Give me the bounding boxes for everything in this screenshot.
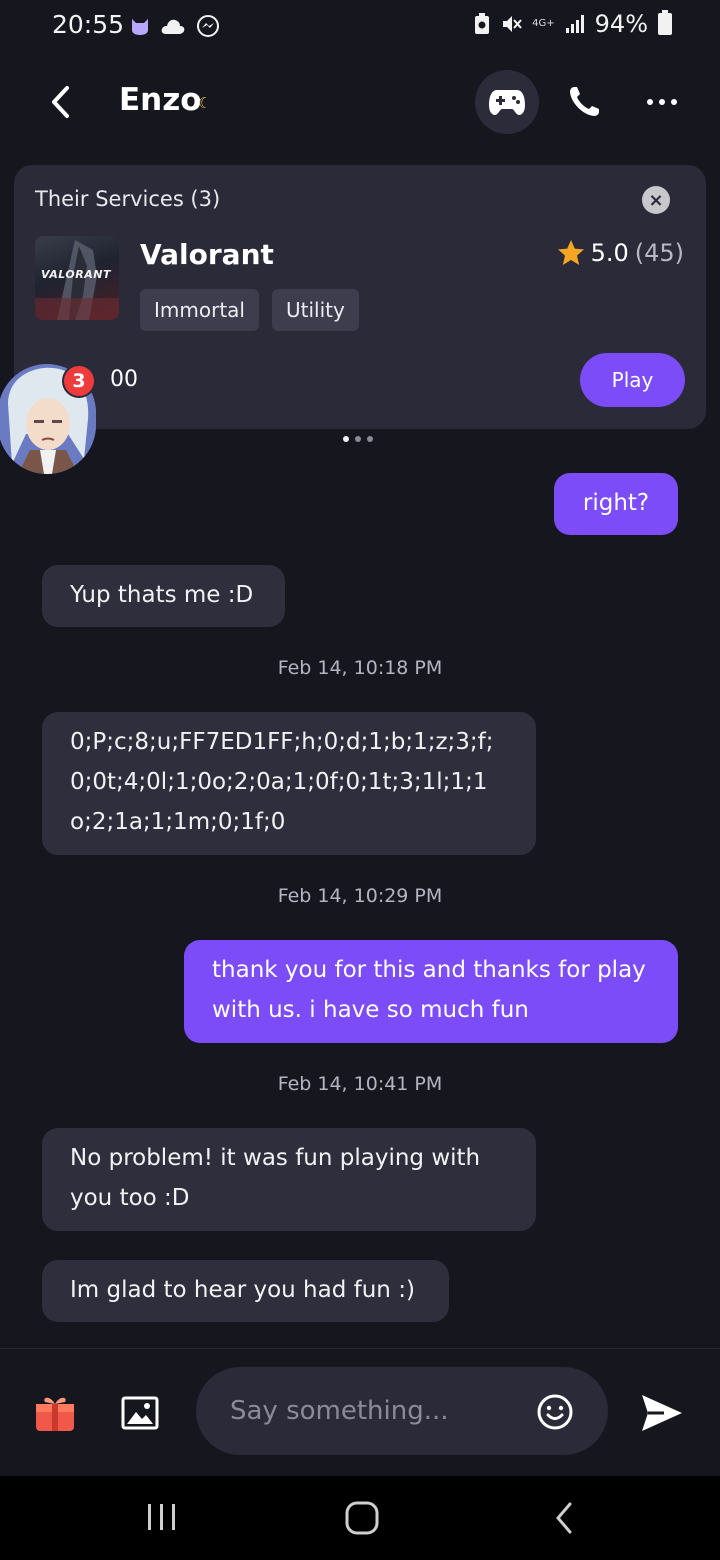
away-status-icon: ☾ xyxy=(198,94,212,112)
gift-icon xyxy=(36,1397,74,1431)
services-title: Their Services (3) xyxy=(35,187,221,211)
back-button[interactable] xyxy=(42,82,82,122)
call-button[interactable] xyxy=(564,82,604,122)
signal-icon xyxy=(565,15,584,33)
message-bubble-incoming[interactable]: 0;P;c;8;u;FF7ED1FF;h;0;d;1;b;1;z;3;f;0;0… xyxy=(42,712,536,855)
notification-icons xyxy=(130,14,220,38)
mute-icon xyxy=(503,16,522,32)
more-icon xyxy=(647,99,653,105)
battery-saver-icon xyxy=(475,13,490,34)
back-icon xyxy=(52,86,69,118)
services-pager[interactable] xyxy=(343,436,373,442)
cat-icon xyxy=(132,19,148,35)
unread-badge: 3 xyxy=(62,364,96,398)
tag-rank: Immortal xyxy=(140,289,259,331)
game-logo: VALORANT xyxy=(41,268,111,281)
send-button[interactable] xyxy=(640,1393,684,1433)
image-icon xyxy=(121,1396,159,1430)
pager-dot xyxy=(343,436,349,442)
rating-value: 5.0 xyxy=(590,239,629,267)
services-card: Their Services (3) × VALORANT Valorant 5… xyxy=(14,165,706,429)
tag-role: Utility xyxy=(271,289,359,331)
system-back-button[interactable] xyxy=(544,1498,588,1538)
message-bubble-incoming[interactable]: Yup thats me :D xyxy=(42,565,285,627)
game-name: Valorant xyxy=(140,238,274,271)
message-bubble-incoming[interactable]: No problem! it was fun playing with you … xyxy=(42,1128,536,1231)
close-icon: × xyxy=(648,189,664,211)
attach-image-button[interactable] xyxy=(120,1393,160,1433)
chevron-left-icon xyxy=(556,1502,572,1534)
timestamp: Feb 14, 10:29 PM xyxy=(277,885,443,907)
recents-button[interactable] xyxy=(140,1498,184,1538)
pager-dot xyxy=(355,436,361,442)
home-icon xyxy=(345,1501,379,1535)
service-price: 00 xyxy=(110,367,138,392)
star-icon xyxy=(557,240,584,265)
status-bar: 20:55 4G+ 94% xyxy=(0,0,720,52)
game-thumbnail[interactable]: VALORANT xyxy=(35,236,119,320)
system-navigation-bar xyxy=(0,1476,720,1560)
message-input-container xyxy=(196,1367,608,1455)
battery-icon xyxy=(658,10,672,35)
timestamp: Feb 14, 10:18 PM xyxy=(277,657,443,679)
phone-icon xyxy=(570,87,599,116)
rating: 5.0 (45) xyxy=(557,239,684,267)
battery-percent: 94% xyxy=(594,10,648,38)
service-tags: Immortal Utility xyxy=(140,289,359,331)
cloud-icon xyxy=(161,19,185,34)
message-composer xyxy=(0,1348,720,1476)
recents-icon xyxy=(148,1504,175,1530)
message-bubble-incoming[interactable]: Im glad to hear you had fun :) xyxy=(42,1260,449,1322)
game-invite-button[interactable] xyxy=(475,70,539,134)
status-time: 20:55 xyxy=(52,10,125,39)
network-type: 4G+ xyxy=(532,18,555,29)
close-services-button[interactable]: × xyxy=(642,186,670,214)
emoji-button[interactable] xyxy=(536,1393,574,1431)
home-button[interactable] xyxy=(340,1498,384,1538)
system-indicators: 4G+ 94% xyxy=(474,10,672,38)
contact-name[interactable]: Enzo xyxy=(119,82,202,118)
pager-dot xyxy=(367,436,373,442)
send-icon xyxy=(642,1395,682,1431)
message-bubble-outgoing[interactable]: thank you for this and thanks for play w… xyxy=(184,940,678,1043)
message-input[interactable] xyxy=(230,1389,520,1433)
emoji-icon xyxy=(537,1394,573,1430)
timestamp: Feb 14, 10:41 PM xyxy=(277,1073,443,1095)
chat-header: Enzo ☾ xyxy=(0,60,720,144)
more-options-button[interactable] xyxy=(640,82,684,122)
gift-button[interactable] xyxy=(34,1391,76,1433)
message-bubble-outgoing[interactable]: right? xyxy=(554,473,678,535)
review-count: (45) xyxy=(634,239,684,267)
play-button[interactable]: Play xyxy=(580,353,685,407)
messenger-icon xyxy=(197,15,219,37)
gamepad-icon xyxy=(489,90,525,115)
floating-chat-head[interactable]: 3 xyxy=(0,364,98,474)
